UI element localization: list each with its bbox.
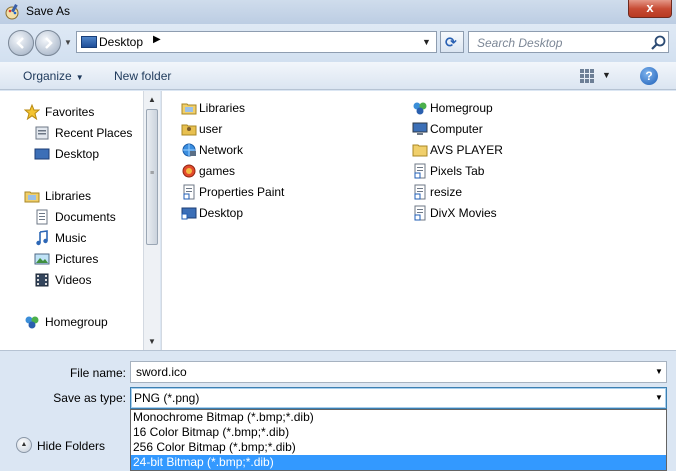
homegroup-icon <box>413 102 427 115</box>
search-icon[interactable] <box>650 34 668 52</box>
forward-arrow-icon <box>45 37 53 49</box>
shortcut-icon <box>414 205 426 221</box>
breadcrumb-chevron-icon[interactable]: ▶ <box>153 34 161 45</box>
organize-button[interactable]: Organize ▼ <box>23 69 84 83</box>
dropdown-option[interactable]: 16 Color Bitmap (*.bmp;*.dib) <box>131 425 666 440</box>
search-input[interactable]: Search Desktop <box>468 31 669 53</box>
pictures-icon <box>34 253 50 265</box>
file-name: Homegroup <box>430 101 493 115</box>
tree-label: Favorites <box>45 105 95 119</box>
chevron-down-icon[interactable]: ▼ <box>655 393 663 402</box>
shortcut-icon <box>414 184 426 200</box>
computer-icon <box>412 122 428 135</box>
shortcut-icon <box>183 184 195 200</box>
forward-button[interactable] <box>35 30 61 56</box>
navigation-pane: Favorites Recent Places Desktop Librarie… <box>0 91 143 350</box>
file-name-field[interactable]: sword.ico ▼ <box>130 361 667 383</box>
tree-label: Recent Places <box>55 126 133 140</box>
file-name: Properties Paint <box>199 185 285 199</box>
back-arrow-icon <box>16 37 24 49</box>
documents-icon <box>36 209 48 225</box>
user-folder-icon <box>181 124 197 136</box>
grip-icon: ≡ <box>150 170 155 177</box>
hide-folders-label: Hide Folders <box>37 439 106 453</box>
folder-icon <box>412 144 428 157</box>
dropdown-option[interactable]: 256 Color Bitmap (*.bmp;*.dib) <box>131 440 666 455</box>
save-as-type-label: Save as type: <box>53 391 126 405</box>
recent-locations-dropdown-icon[interactable]: ▼ <box>64 38 72 47</box>
save-as-type-value[interactable]: PNG (*.png) <box>134 391 199 405</box>
libraries-folder-icon <box>181 103 197 115</box>
file-name-label: File name: <box>69 366 126 380</box>
tree-label: Music <box>55 231 87 245</box>
new-folder-button[interactable]: New folder <box>114 69 171 83</box>
tree-label: Libraries <box>45 189 92 203</box>
search-placeholder: Search Desktop <box>477 36 563 50</box>
tree-label: Pictures <box>55 252 99 266</box>
libraries-icon <box>24 191 40 203</box>
games-icon <box>182 164 196 178</box>
chevron-up-icon: ▲ <box>16 437 32 453</box>
command-toolbar: Organize ▼ New folder ▼ ? <box>0 62 676 90</box>
address-bar[interactable]: Desktop ▶ ▼ <box>76 31 437 53</box>
file-list-pane: Libraries user Network games Properties … <box>161 91 676 350</box>
videos-icon <box>35 273 49 287</box>
file-name: Computer <box>430 122 483 136</box>
network-icon <box>182 143 196 157</box>
recent-places-icon <box>35 126 49 140</box>
view-options-dropdown-icon[interactable]: ▼ <box>602 70 611 80</box>
file-name: games <box>199 164 236 178</box>
title-bar: Save As x <box>0 0 676 24</box>
tree-label: Videos <box>55 273 92 287</box>
close-button[interactable]: x <box>628 0 672 18</box>
file-name-value[interactable]: sword.ico <box>136 365 187 379</box>
back-button[interactable] <box>8 30 34 56</box>
organize-label: Organize <box>23 69 72 83</box>
address-dropdown-icon[interactable]: ▼ <box>422 37 431 47</box>
window-title: Save As <box>26 4 71 18</box>
refresh-button[interactable]: ⟳ <box>440 31 464 53</box>
paint-app-icon <box>5 4 19 20</box>
navigation-pane-scrollbar[interactable]: ▲ ≡ ▼ <box>143 91 160 350</box>
file-name: user <box>199 122 223 136</box>
save-as-type-select[interactable]: PNG (*.png) ▼ <box>130 387 667 409</box>
file-name: AVS PLAYER <box>430 143 503 157</box>
file-name: resize <box>430 185 463 199</box>
file-name: Desktop <box>199 206 244 220</box>
help-button[interactable]: ? <box>640 67 658 85</box>
desktop-icon <box>81 36 97 48</box>
music-note-icon <box>36 230 48 246</box>
address-location[interactable]: Desktop <box>99 35 143 49</box>
change-view-icon[interactable] <box>580 69 594 83</box>
dropdown-option-highlighted[interactable]: 24-bit Bitmap (*.bmp;*.dib) <box>131 455 666 470</box>
file-name: Libraries <box>199 101 246 115</box>
dropdown-option[interactable]: Monochrome Bitmap (*.bmp;*.dib) <box>131 410 666 425</box>
tree-label: Homegroup <box>45 315 108 329</box>
chevron-down-icon[interactable]: ▼ <box>655 367 663 376</box>
star-icon <box>24 104 40 120</box>
file-name: Network <box>199 143 244 157</box>
scroll-up-icon[interactable]: ▲ <box>148 95 156 104</box>
file-name: DivX Movies <box>430 206 497 220</box>
scroll-down-icon[interactable]: ▼ <box>148 337 156 346</box>
tree-label: Documents <box>55 210 116 224</box>
tree-label: Desktop <box>55 147 100 161</box>
scrollbar-thumb[interactable]: ≡ <box>146 109 158 245</box>
homegroup-icon <box>25 316 39 329</box>
file-name: Pixels Tab <box>430 164 485 178</box>
save-as-type-dropdown-list: Monochrome Bitmap (*.bmp;*.dib) 16 Color… <box>130 409 667 471</box>
desktop-icon <box>34 148 50 160</box>
shortcut-icon <box>414 163 426 179</box>
chevron-down-icon: ▼ <box>75 73 84 82</box>
desktop-shortcut-icon <box>181 207 197 220</box>
refresh-icon: ⟳ <box>445 34 457 50</box>
